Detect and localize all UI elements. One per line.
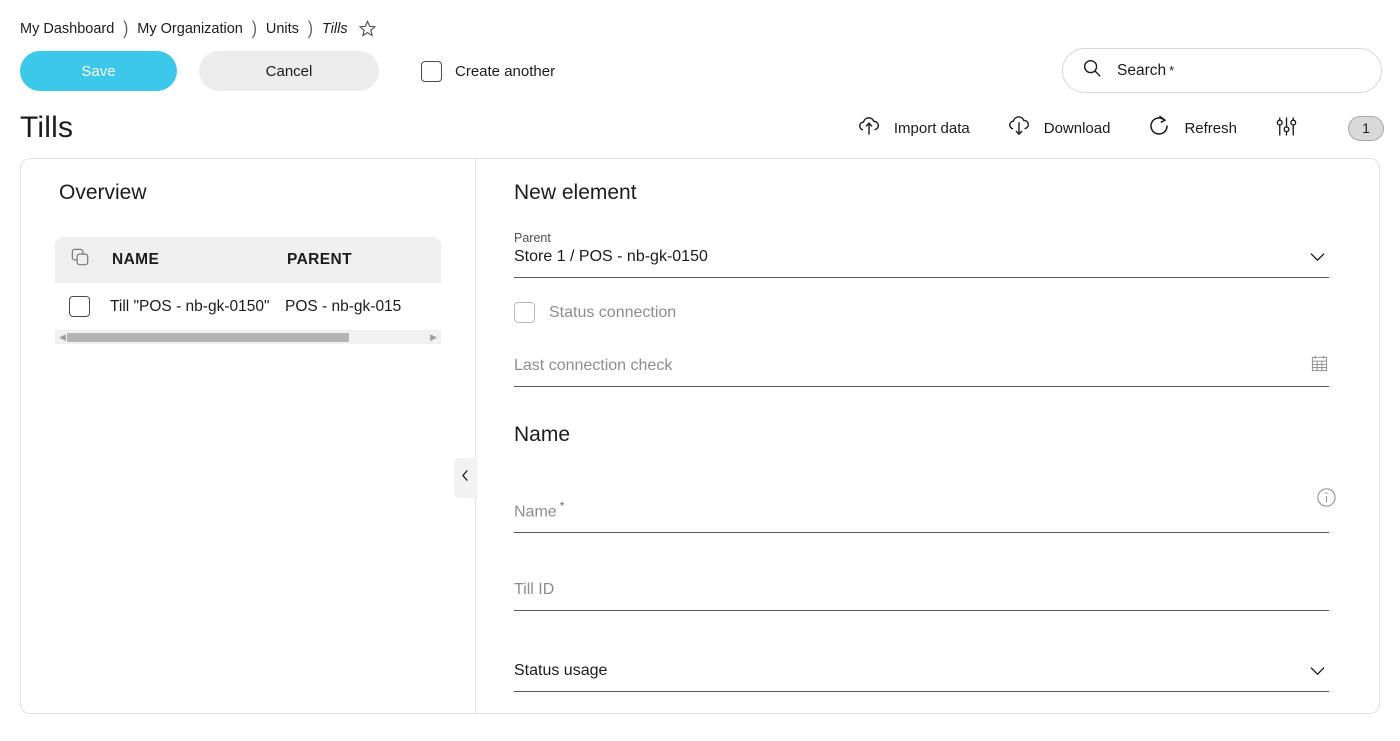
search-icon [1081, 57, 1103, 84]
cell-name: Till "POS - nb-gk-0150" [110, 297, 270, 315]
breadcrumb: My Dashboard ) My Organization ) Units )… [0, 0, 1400, 44]
name-section-title: Name [514, 423, 571, 446]
overview-panel: Overview NAME PARENT Till "POS - nb-gk-0… [20, 158, 475, 714]
name-field[interactable]: Name * [514, 477, 1336, 534]
parent-value: Store 1 / POS - nb-gk-0150 [514, 248, 708, 265]
cloud-download-icon [1006, 113, 1032, 143]
column-header-parent[interactable]: PARENT [287, 251, 352, 269]
breadcrumb-separator: ) [251, 17, 257, 40]
search-input[interactable]: Search * [1062, 48, 1382, 93]
header-tools: Import data Download Refresh 1 [820, 113, 1384, 144]
name-field-required-marker: * [559, 499, 565, 513]
form-panel: New element Parent Store 1 / POS - nb-gk… [475, 158, 1380, 714]
column-header-name[interactable]: NAME [112, 251, 287, 269]
import-data-label: Import data [893, 119, 970, 137]
till-id-placeholder: Till ID [514, 581, 555, 599]
scroll-right-arrow[interactable]: ▶ [430, 333, 437, 342]
create-another-checkbox[interactable]: Create another [421, 60, 556, 82]
create-another-checkbox-box[interactable] [421, 60, 442, 82]
table-horizontal-scrollbar[interactable]: ◀ ▶ [55, 331, 441, 344]
cloud-upload-icon [856, 113, 882, 143]
action-bar: Save Cancel Create another Search * [0, 44, 1400, 98]
table-header-row: NAME PARENT [55, 237, 441, 283]
status-badge[interactable]: 1 [1348, 115, 1384, 141]
chevron-left-icon [460, 468, 471, 488]
breadcrumb-item-current[interactable]: Tills [322, 21, 348, 37]
info-icon[interactable] [1316, 487, 1337, 513]
search-placeholder: Search [1117, 61, 1167, 79]
calendar-icon[interactable] [1310, 354, 1329, 378]
page-title: Tills [20, 111, 74, 144]
name-field-placeholder: Name [514, 503, 557, 521]
overview-table: NAME PARENT Till "POS - nb-gk-0150" POS … [55, 237, 441, 344]
collapse-panel-handle[interactable] [454, 458, 477, 498]
last-connection-check-field[interactable]: Last connection check [514, 349, 1329, 387]
cell-parent: POS - nb-gk-015 [285, 297, 402, 315]
status-connection-checkbox-box [514, 302, 535, 323]
search-asterisk: * [1169, 63, 1175, 78]
new-element-form: Parent Store 1 / POS - nb-gk-0150 Status… [476, 231, 1379, 693]
sliders-filter-icon [1273, 113, 1300, 144]
create-another-label: Create another [455, 62, 556, 80]
download-button[interactable]: Download [1006, 113, 1111, 143]
main-content: Overview NAME PARENT Till "POS - nb-gk-0… [0, 158, 1400, 714]
refresh-label: Refresh [1184, 119, 1237, 137]
breadcrumb-item-0[interactable]: My Dashboard [20, 21, 114, 37]
filter-settings-button[interactable] [1273, 113, 1300, 144]
breadcrumb-item-1[interactable]: My Organization [137, 21, 243, 37]
chevron-down-icon[interactable] [1308, 250, 1327, 268]
duplicate-icon[interactable] [69, 246, 92, 274]
breadcrumb-item-2[interactable]: Units [266, 21, 299, 37]
till-id-field[interactable]: Till ID [514, 567, 1329, 612]
scroll-left-arrow[interactable]: ◀ [59, 333, 66, 342]
import-data-button[interactable]: Import data [856, 113, 970, 143]
last-connection-check-placeholder: Last connection check [514, 357, 673, 374]
star-icon[interactable] [358, 19, 377, 38]
overview-title: Overview [59, 181, 147, 204]
refresh-icon [1146, 113, 1172, 143]
status-usage-select[interactable]: Status usage [514, 648, 1329, 693]
chevron-down-icon[interactable] [1308, 664, 1327, 682]
status-connection-checkbox: Status connection [514, 302, 1329, 323]
parent-label: Parent [514, 231, 551, 245]
status-usage-placeholder: Status usage [514, 662, 608, 680]
breadcrumb-separator: ) [307, 17, 313, 40]
row-select-checkbox[interactable] [69, 296, 90, 317]
download-label: Download [1043, 119, 1111, 137]
form-title: New element [514, 181, 637, 204]
parent-select[interactable]: Parent Store 1 / POS - nb-gk-0150 [514, 231, 1329, 278]
page-header: Tills Import data Download Refresh 1 [0, 98, 1400, 158]
breadcrumb-separator: ) [123, 17, 129, 40]
scrollbar-thumb[interactable] [67, 333, 349, 342]
refresh-button[interactable]: Refresh [1146, 113, 1237, 143]
save-button[interactable]: Save [20, 51, 177, 91]
status-connection-label: Status connection [549, 303, 677, 321]
cancel-button[interactable]: Cancel [199, 51, 379, 91]
table-row[interactable]: Till "POS - nb-gk-0150" POS - nb-gk-015 [55, 283, 441, 331]
